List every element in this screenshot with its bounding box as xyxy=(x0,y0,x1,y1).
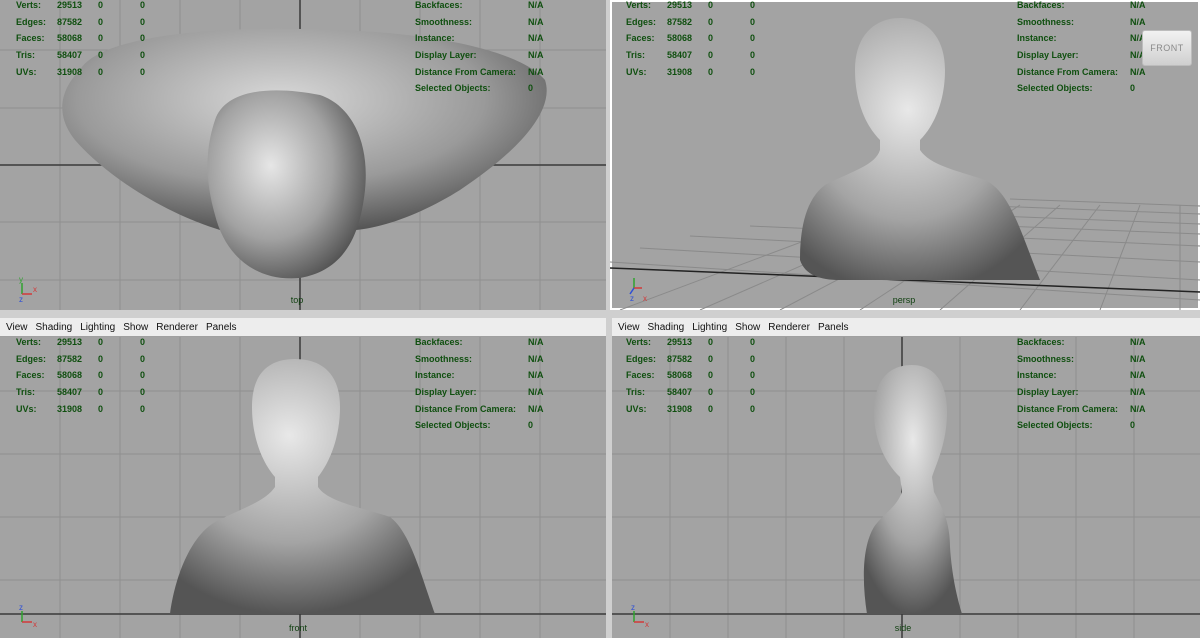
menu-shading[interactable]: Shading xyxy=(648,322,685,333)
sculpture-persp-model[interactable] xyxy=(610,0,1200,310)
viewport-top[interactable]: Verts: 29513 0 0 Edges: 87582 0 0 Faces: 58068 0… xyxy=(0,0,606,310)
viewport-front[interactable]: Verts: 29513 0 0 Edges: 87582 0 0 Faces: 58068 0… xyxy=(0,337,606,638)
sculpture-front-model[interactable] xyxy=(0,337,606,638)
menu-view[interactable]: View xyxy=(618,322,640,333)
menu-show[interactable]: Show xyxy=(123,322,148,333)
panel-top[interactable]: Verts: 29513 0 0 Edges: 87582 0 0 Faces: 58068 0… xyxy=(0,0,606,310)
menu-show[interactable]: Show xyxy=(735,322,760,333)
camera-label: persp xyxy=(892,295,916,305)
menu-renderer[interactable]: Renderer xyxy=(768,322,810,333)
axis-x-label: x xyxy=(643,294,647,302)
menu-panels[interactable]: Panels xyxy=(818,322,849,333)
menu-shading[interactable]: Shading xyxy=(36,322,73,333)
axis-z-label: z xyxy=(631,603,635,612)
panel-menu-bar: View Shading Lighting Show Renderer Pane… xyxy=(0,318,606,337)
axis-z-label: z xyxy=(19,603,23,612)
menu-view[interactable]: View xyxy=(6,322,28,333)
axis-x-label: x xyxy=(33,620,37,629)
axis-y-label: y xyxy=(19,275,23,284)
menu-lighting[interactable]: Lighting xyxy=(692,322,727,333)
menu-panels[interactable]: Panels xyxy=(206,322,237,333)
panel-menu-bar: View Shading Lighting Show Renderer Pane… xyxy=(612,318,1200,337)
panel-persp[interactable]: Verts: 29513 0 0 Edges: 87582 0 0 Faces: 58068 0… xyxy=(610,0,1200,310)
menu-lighting[interactable]: Lighting xyxy=(80,322,115,333)
camera-label: front xyxy=(288,623,308,633)
camera-label: side xyxy=(894,623,912,633)
axis-z-label: z xyxy=(630,294,634,302)
axis-gizmo: y x z xyxy=(19,275,37,302)
axis-z-label: z xyxy=(19,295,23,302)
panel-front[interactable]: View Shading Lighting Show Renderer Pane… xyxy=(0,318,606,638)
axis-gizmo: z x xyxy=(631,603,649,629)
panel-side[interactable]: View Shading Lighting Show Renderer Pane… xyxy=(612,318,1200,638)
viewcube[interactable]: FRONT xyxy=(1142,30,1192,66)
axis-x-label: x xyxy=(33,285,37,294)
sculpture-side-model[interactable] xyxy=(612,337,1200,638)
menu-renderer[interactable]: Renderer xyxy=(156,322,198,333)
sculpture-top-model[interactable] xyxy=(0,0,606,310)
camera-label: top xyxy=(290,295,304,305)
axis-gizmo: z x xyxy=(19,603,37,629)
viewport-side[interactable]: Verts: 29513 0 0 Edges: 87582 0 0 Faces: 58068 0… xyxy=(612,337,1200,638)
axis-gizmo: z x xyxy=(629,278,647,302)
viewport-persp[interactable]: Verts: 29513 0 0 Edges: 87582 0 0 Faces: 58068 0… xyxy=(610,0,1200,310)
axis-x-label: x xyxy=(645,620,649,629)
